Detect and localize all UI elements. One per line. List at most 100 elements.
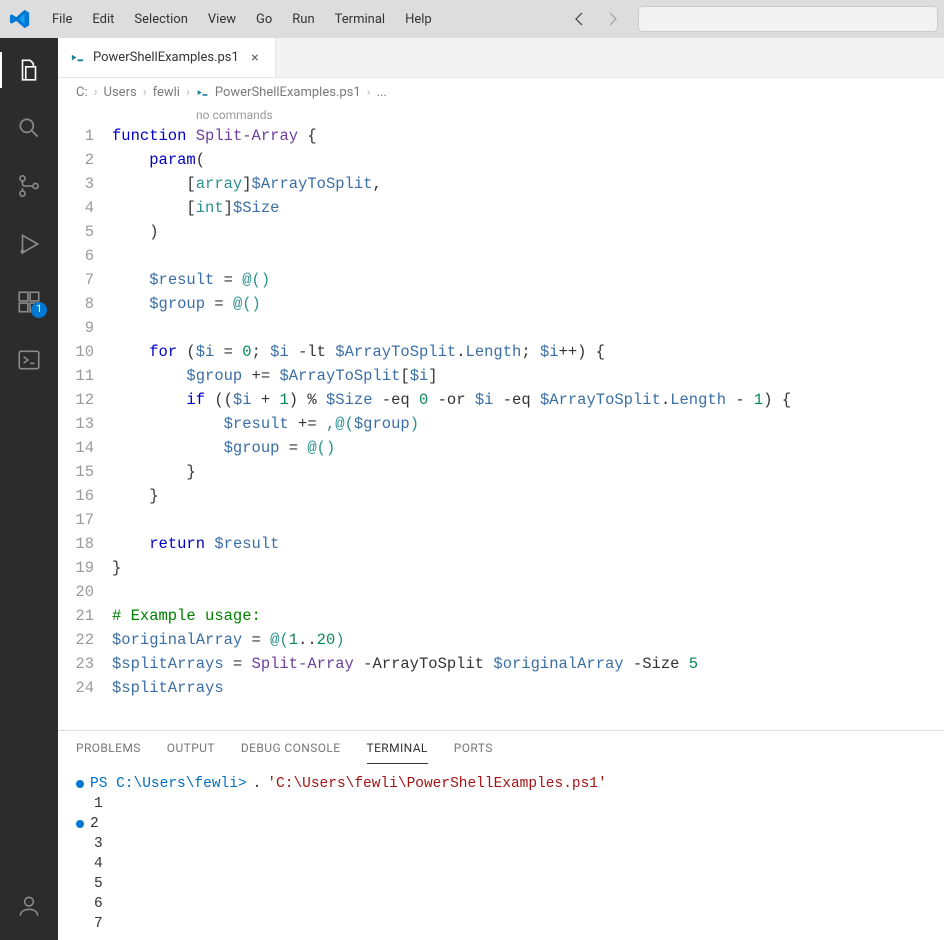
terminal-output-line: 4 <box>76 854 926 874</box>
code-line[interactable]: if (($i + 1) % $Size -eq 0 -or $i -eq $A… <box>112 388 944 412</box>
panel-tab-problems[interactable]: PROBLEMS <box>76 741 141 764</box>
nav-back-icon[interactable] <box>566 5 594 33</box>
menu-item-help[interactable]: Help <box>395 8 442 31</box>
code-line[interactable]: $splitArrays <box>112 676 944 700</box>
chevron-right-icon: › <box>143 85 147 100</box>
code-line[interactable]: [int]$Size <box>112 196 944 220</box>
code-line[interactable]: $result = @() <box>112 268 944 292</box>
panel-tab-output[interactable]: OUTPUT <box>167 741 215 764</box>
code-line[interactable] <box>112 244 944 268</box>
code-line[interactable]: function Split-Array { <box>112 124 944 148</box>
menu-item-go[interactable]: Go <box>246 8 282 31</box>
source-control-icon[interactable] <box>5 162 53 210</box>
search-icon[interactable] <box>5 104 53 152</box>
terminal-output-line: 5 <box>76 874 926 894</box>
line-number: 5 <box>58 220 94 244</box>
panel-tab-debug-console[interactable]: DEBUG CONSOLE <box>241 741 341 764</box>
extensions-icon[interactable]: 1 <box>5 278 53 326</box>
line-number: 1 <box>58 124 94 148</box>
terminal-output-line: 7 <box>76 914 926 934</box>
line-number: 8 <box>58 292 94 316</box>
chevron-right-icon: › <box>186 85 190 100</box>
command-center-search[interactable] <box>638 6 938 32</box>
line-number: 22 <box>58 628 94 652</box>
editor-tab-label: PowerShellExamples.ps1 <box>93 50 239 65</box>
code-line[interactable]: [array]$ArrayToSplit, <box>112 172 944 196</box>
line-number-gutter: 123456789101112131415161718192021222324 <box>58 124 112 730</box>
terminal-output[interactable]: PS C:\Users\fewli> . 'C:\Users\fewli\Pow… <box>58 764 944 940</box>
chevron-right-icon: › <box>94 85 98 100</box>
close-icon[interactable]: × <box>247 50 263 66</box>
line-number: 7 <box>58 268 94 292</box>
activity-bar: 1 <box>0 38 58 940</box>
code-line[interactable]: $originalArray = @(1..20) <box>112 628 944 652</box>
breadcrumb-part[interactable]: fewli <box>153 85 180 100</box>
menu-item-view[interactable]: View <box>198 8 246 31</box>
code-line[interactable]: $group += $ArrayToSplit[$i] <box>112 364 944 388</box>
panel-tabs: PROBLEMS OUTPUT DEBUG CONSOLE TERMINAL PORTS <box>58 731 944 764</box>
terminal-prompt-line: PS C:\Users\fewli> . 'C:\Users\fewli\Pow… <box>76 774 926 794</box>
code-content[interactable]: function Split-Array { param( [array]$Ar… <box>112 124 944 730</box>
editor-area: PowerShellExamples.ps1 × C: › Users › fe… <box>58 38 944 940</box>
line-number: 11 <box>58 364 94 388</box>
explorer-icon[interactable] <box>5 46 53 94</box>
breadcrumb-part[interactable]: Users <box>104 85 137 100</box>
nav-forward-icon[interactable] <box>598 5 626 33</box>
powershell-file-icon <box>70 50 85 65</box>
vscode-logo-icon <box>6 5 34 33</box>
code-line[interactable]: param( <box>112 148 944 172</box>
codelens-hint[interactable]: no commands <box>58 106 944 124</box>
line-number: 12 <box>58 388 94 412</box>
code-line[interactable]: ) <box>112 220 944 244</box>
powershell-file-icon <box>196 86 209 99</box>
code-line[interactable]: $splitArrays = Split-Array -ArrayToSplit… <box>112 652 944 676</box>
menu-item-edit[interactable]: Edit <box>82 8 124 31</box>
terminal-dot-icon <box>76 820 84 828</box>
code-line[interactable]: $group = @() <box>112 436 944 460</box>
line-number: 9 <box>58 316 94 340</box>
line-number: 3 <box>58 172 94 196</box>
code-line[interactable]: } <box>112 460 944 484</box>
terminal-output-line: 3 <box>76 834 926 854</box>
panel-tab-terminal[interactable]: TERMINAL <box>367 741 428 764</box>
code-line[interactable]: return $result <box>112 532 944 556</box>
run-debug-icon[interactable] <box>5 220 53 268</box>
menu-item-run[interactable]: Run <box>282 8 324 31</box>
line-number: 4 <box>58 196 94 220</box>
code-line[interactable] <box>112 316 944 340</box>
line-number: 21 <box>58 604 94 628</box>
accounts-icon[interactable] <box>5 882 53 930</box>
code-line[interactable]: $result += ,@($group) <box>112 412 944 436</box>
breadcrumb[interactable]: C: › Users › fewli › PowerShellExamples.… <box>58 78 944 106</box>
line-number: 6 <box>58 244 94 268</box>
panel-tab-ports[interactable]: PORTS <box>454 741 493 764</box>
menu-item-terminal[interactable]: Terminal <box>325 8 395 31</box>
line-number: 10 <box>58 340 94 364</box>
editor-tab-active[interactable]: PowerShellExamples.ps1 × <box>58 38 276 77</box>
extensions-badge: 1 <box>31 302 47 318</box>
code-line[interactable]: $group = @() <box>112 292 944 316</box>
code-line[interactable]: for ($i = 0; $i -lt $ArrayToSplit.Length… <box>112 340 944 364</box>
breadcrumb-part[interactable]: ... <box>377 85 387 100</box>
bottom-panel: PROBLEMS OUTPUT DEBUG CONSOLE TERMINAL PORTS… <box>58 730 944 940</box>
line-number: 14 <box>58 436 94 460</box>
menu-item-file[interactable]: File <box>42 8 82 31</box>
code-line[interactable]: } <box>112 484 944 508</box>
line-number: 20 <box>58 580 94 604</box>
breadcrumb-part[interactable]: C: <box>76 85 88 100</box>
title-bar: FileEditSelectionViewGoRunTerminalHelp <box>0 0 944 38</box>
line-number: 2 <box>58 148 94 172</box>
powershell-panel-icon[interactable] <box>5 336 53 384</box>
code-editor[interactable]: 123456789101112131415161718192021222324 … <box>58 124 944 730</box>
line-number: 16 <box>58 484 94 508</box>
code-line[interactable]: # Example usage: <box>112 604 944 628</box>
line-number: 15 <box>58 460 94 484</box>
terminal-dot-icon <box>76 780 84 788</box>
breadcrumb-part[interactable]: PowerShellExamples.ps1 <box>215 85 361 100</box>
code-line[interactable]: } <box>112 556 944 580</box>
line-number: 24 <box>58 676 94 700</box>
code-line[interactable] <box>112 508 944 532</box>
editor-tabs: PowerShellExamples.ps1 × <box>58 38 944 78</box>
code-line[interactable] <box>112 580 944 604</box>
menu-item-selection[interactable]: Selection <box>124 8 197 31</box>
